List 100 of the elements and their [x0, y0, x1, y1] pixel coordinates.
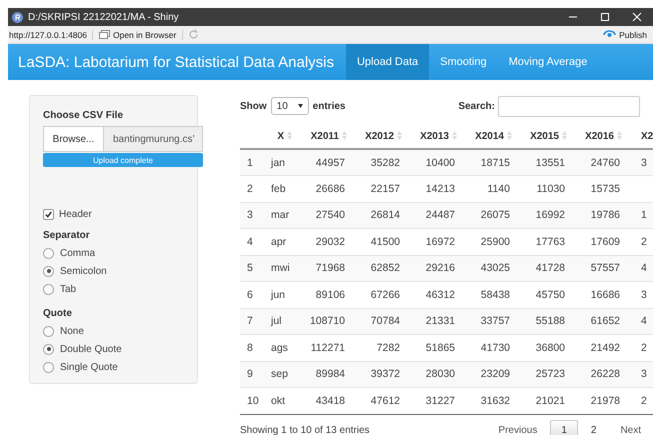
table-cell: 2: [630, 388, 653, 414]
table-info: Showing 1 to 10 of 13 entries: [240, 425, 370, 435]
table-cell: 13551: [520, 149, 575, 176]
sort-icon[interactable]: [507, 131, 512, 140]
table-cell: 39372: [355, 361, 410, 388]
file-name-field[interactable]: bantingmurung.cs’: [103, 126, 203, 152]
table-cell: 21978: [575, 388, 630, 414]
table-cell: 21331: [410, 308, 465, 334]
page-button[interactable]: 1: [550, 420, 578, 435]
table-cell: 19786: [575, 202, 630, 228]
row-number: 5: [240, 255, 265, 282]
search-field[interactable]: [498, 96, 640, 116]
checkbox[interactable]: [43, 209, 54, 220]
column-header[interactable]: X2012: [365, 130, 394, 142]
table-cell: 26814: [355, 202, 410, 228]
radio-label: Comma: [60, 248, 96, 258]
radio-button[interactable]: [43, 284, 54, 294]
table-cell: 43025: [465, 255, 520, 282]
window-icon: [98, 30, 110, 39]
table-cell: jan: [265, 149, 300, 176]
open-in-browser-button[interactable]: Open in Browser: [92, 30, 184, 40]
radio-label: Semicolon: [60, 266, 107, 276]
column-header[interactable]: X2013: [420, 130, 449, 142]
radio-button[interactable]: [43, 326, 54, 336]
table-cell: 26228: [575, 361, 630, 388]
app-title: LaSDA: Labotarium for Statistical Data Analysis: [17, 52, 335, 72]
group-label: Quote: [43, 308, 73, 319]
sort-icon[interactable]: [562, 131, 567, 140]
column-header[interactable]: X2011: [310, 130, 339, 142]
row-number: 1: [240, 149, 265, 176]
column-header[interactable]: X2014: [475, 130, 504, 142]
publish-button[interactable]: Publish: [603, 30, 647, 40]
table-cell: 23209: [465, 361, 520, 388]
nav-tab[interactable]: Upload Data: [346, 44, 430, 80]
table-cell: 27540: [300, 202, 355, 228]
table-cell: 24760: [575, 149, 630, 176]
table-cell: 24487: [410, 202, 465, 228]
show-label: Show: [240, 100, 267, 112]
radio-label: Single Quote: [60, 362, 118, 372]
browse-button[interactable]: Browse...: [43, 126, 103, 152]
maximize-icon[interactable]: [600, 12, 610, 22]
row-number: 7: [240, 308, 265, 334]
column-header[interactable]: X2: [641, 130, 653, 142]
table-cell: 33757: [465, 308, 520, 334]
row-number: 10: [240, 388, 265, 414]
table-cell: 29216: [410, 255, 465, 282]
table-cell: 4: [630, 308, 653, 334]
radio-button[interactable]: [43, 344, 54, 354]
table-cell: mar: [265, 202, 300, 228]
table-cell: 26075: [465, 202, 520, 228]
refresh-icon[interactable]: [188, 29, 200, 40]
pagination-link[interactable]: Next: [609, 420, 652, 435]
sort-icon[interactable]: [287, 131, 292, 140]
sort-icon[interactable]: [342, 131, 347, 140]
page-button[interactable]: 2: [580, 420, 608, 435]
r-logo-icon: [12, 12, 23, 22]
progress-bar: Upload complete: [43, 153, 203, 167]
table-cell: 57557: [575, 255, 630, 282]
radio-button[interactable]: [43, 266, 54, 276]
table-cell: 18715: [465, 149, 520, 176]
table-cell: 31227: [410, 388, 465, 414]
column-header[interactable]: X2015: [530, 130, 559, 142]
table-cell: 71968: [300, 255, 355, 282]
sort-icon[interactable]: [452, 131, 457, 140]
table-cell: 43418: [300, 388, 355, 414]
table-cell: 61652: [575, 308, 630, 334]
field-label: Choose CSV File: [43, 110, 124, 121]
table-cell: 41728: [520, 255, 575, 282]
radio-button[interactable]: [43, 248, 54, 258]
page-length-select[interactable]: 10: [270, 97, 309, 115]
table-cell: okt: [265, 388, 300, 414]
url-text: http://127.0.0.1:4806: [8, 30, 93, 40]
row-number: 9: [240, 361, 265, 388]
table-cell: 62852: [355, 255, 410, 282]
table-cell: 31632: [465, 388, 520, 414]
publish-icon: [603, 30, 616, 39]
radio-button[interactable]: [43, 362, 54, 372]
table-cell: 70784: [355, 308, 410, 334]
close-icon[interactable]: [632, 12, 642, 22]
sort-icon[interactable]: [617, 131, 622, 140]
table-cell: 3: [630, 149, 653, 176]
table-cell: 3: [630, 361, 653, 388]
table-cell: 28030: [410, 361, 465, 388]
row-number: 3: [240, 202, 265, 228]
table-cell: 35282: [355, 149, 410, 176]
table-cell: 89984: [300, 361, 355, 388]
table-cell: 10400: [410, 149, 465, 176]
column-header[interactable]: X: [277, 130, 284, 142]
table-cell: 21021: [520, 388, 575, 414]
table-cell: mwi: [265, 255, 300, 282]
table-cell: 55188: [520, 308, 575, 334]
sort-icon[interactable]: [397, 131, 402, 140]
table-cell: jul: [265, 308, 300, 334]
table-cell: 108710: [300, 308, 355, 334]
radio-label: Double Quote: [60, 344, 122, 354]
entries-label: entries: [312, 100, 346, 112]
pagination-link[interactable]: Previous: [487, 420, 548, 435]
column-header[interactable]: X2016: [585, 130, 614, 142]
table-cell: 4: [630, 255, 653, 282]
window-title: D:/SKRIPSI 22122021/MA - Shiny: [28, 12, 180, 22]
